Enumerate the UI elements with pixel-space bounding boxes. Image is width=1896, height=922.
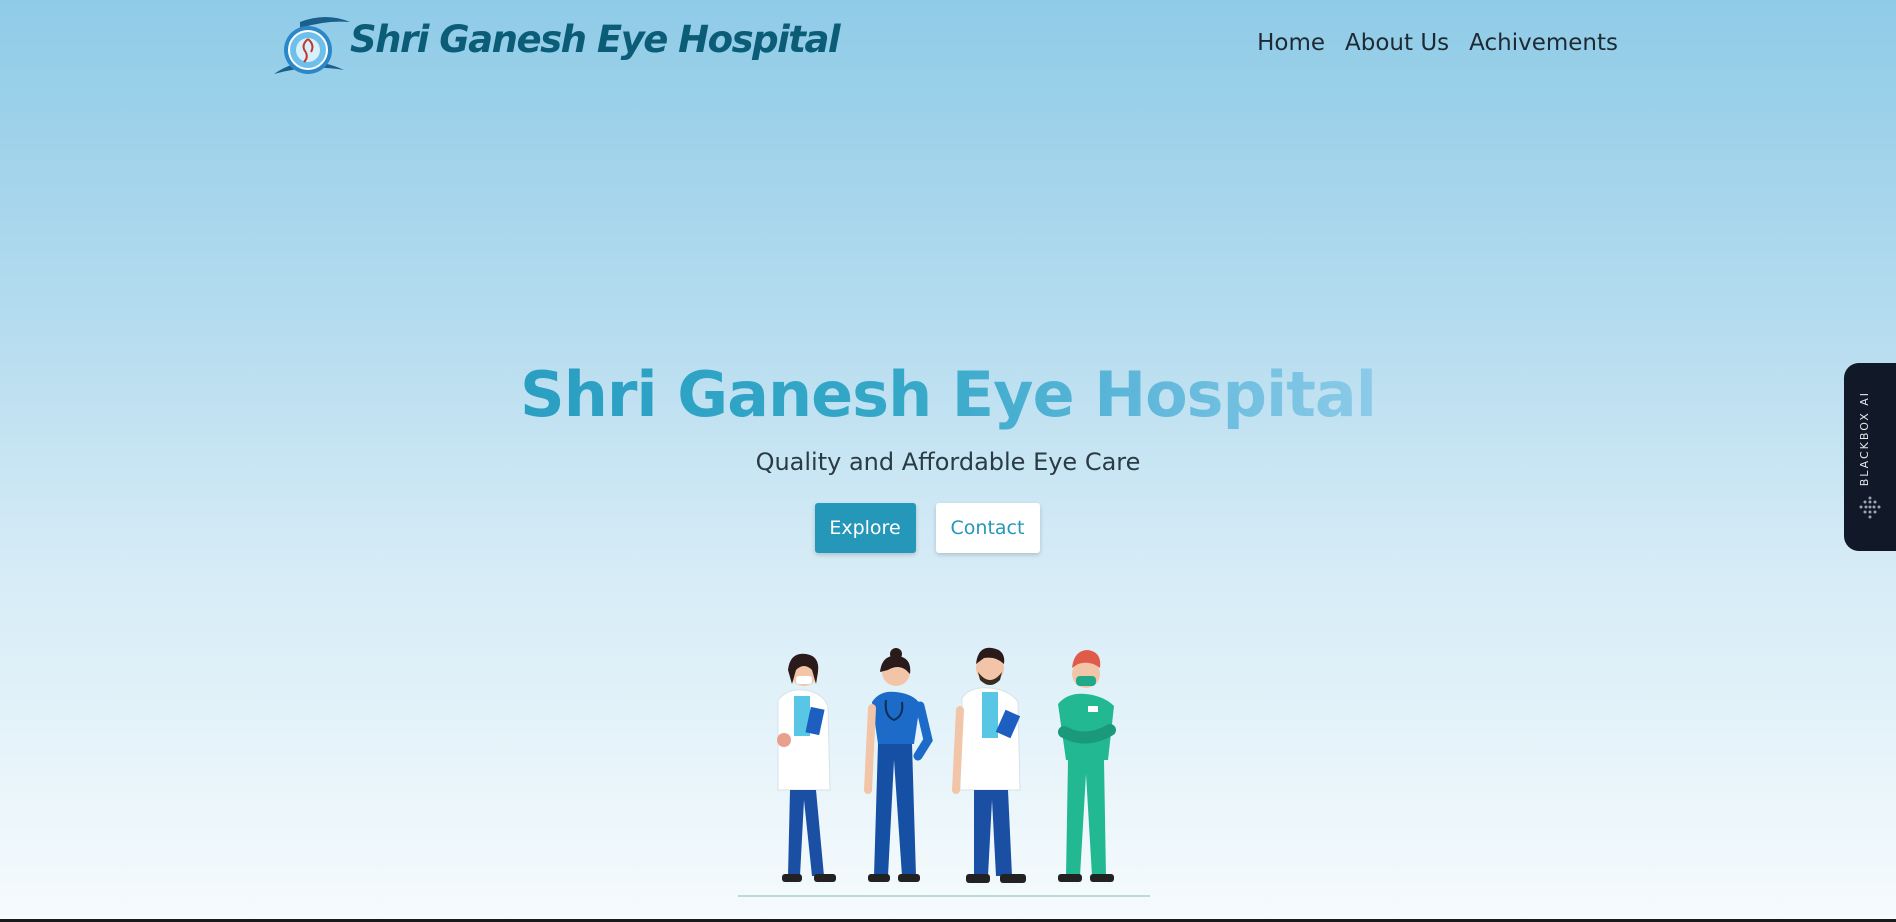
hero-buttons: Explore Contact xyxy=(0,503,1896,553)
blackbox-dots-icon xyxy=(1859,496,1881,519)
doctor-man-figure xyxy=(952,647,1026,883)
surgeon-man-figure xyxy=(1058,650,1116,882)
nurse-woman-figure xyxy=(864,648,933,882)
doctor-woman-figure xyxy=(777,653,836,882)
site-header: Shri Ganesh Eye Hospital Home About Us A… xyxy=(0,0,1896,100)
nav-home-link[interactable]: Home xyxy=(1257,30,1325,56)
nav-achievements-link[interactable]: Achivements xyxy=(1469,30,1618,56)
contact-button[interactable]: Contact xyxy=(935,503,1040,553)
explore-button[interactable]: Explore xyxy=(814,503,916,553)
hero-subtitle: Quality and Affordable Eye Care xyxy=(755,448,1141,476)
hero-title-text: Shri Ganesh Eye Hospital xyxy=(520,358,1377,431)
main-nav: Home About Us Achivements xyxy=(1257,30,1618,56)
hospital-logo-icon[interactable] xyxy=(270,14,352,80)
medical-team-illustration xyxy=(738,647,1150,897)
blackbox-ai-sidebar-tab[interactable]: BLACKBOX AI xyxy=(1844,363,1896,551)
nav-about-link[interactable]: About Us xyxy=(1345,30,1449,56)
brand-name[interactable]: Shri Ganesh Eye Hospital xyxy=(350,14,841,66)
blackbox-ai-label: BLACKBOX AI xyxy=(1858,391,1871,487)
hero-title: Shri Ganesh Eye Hospital xyxy=(0,355,1896,435)
